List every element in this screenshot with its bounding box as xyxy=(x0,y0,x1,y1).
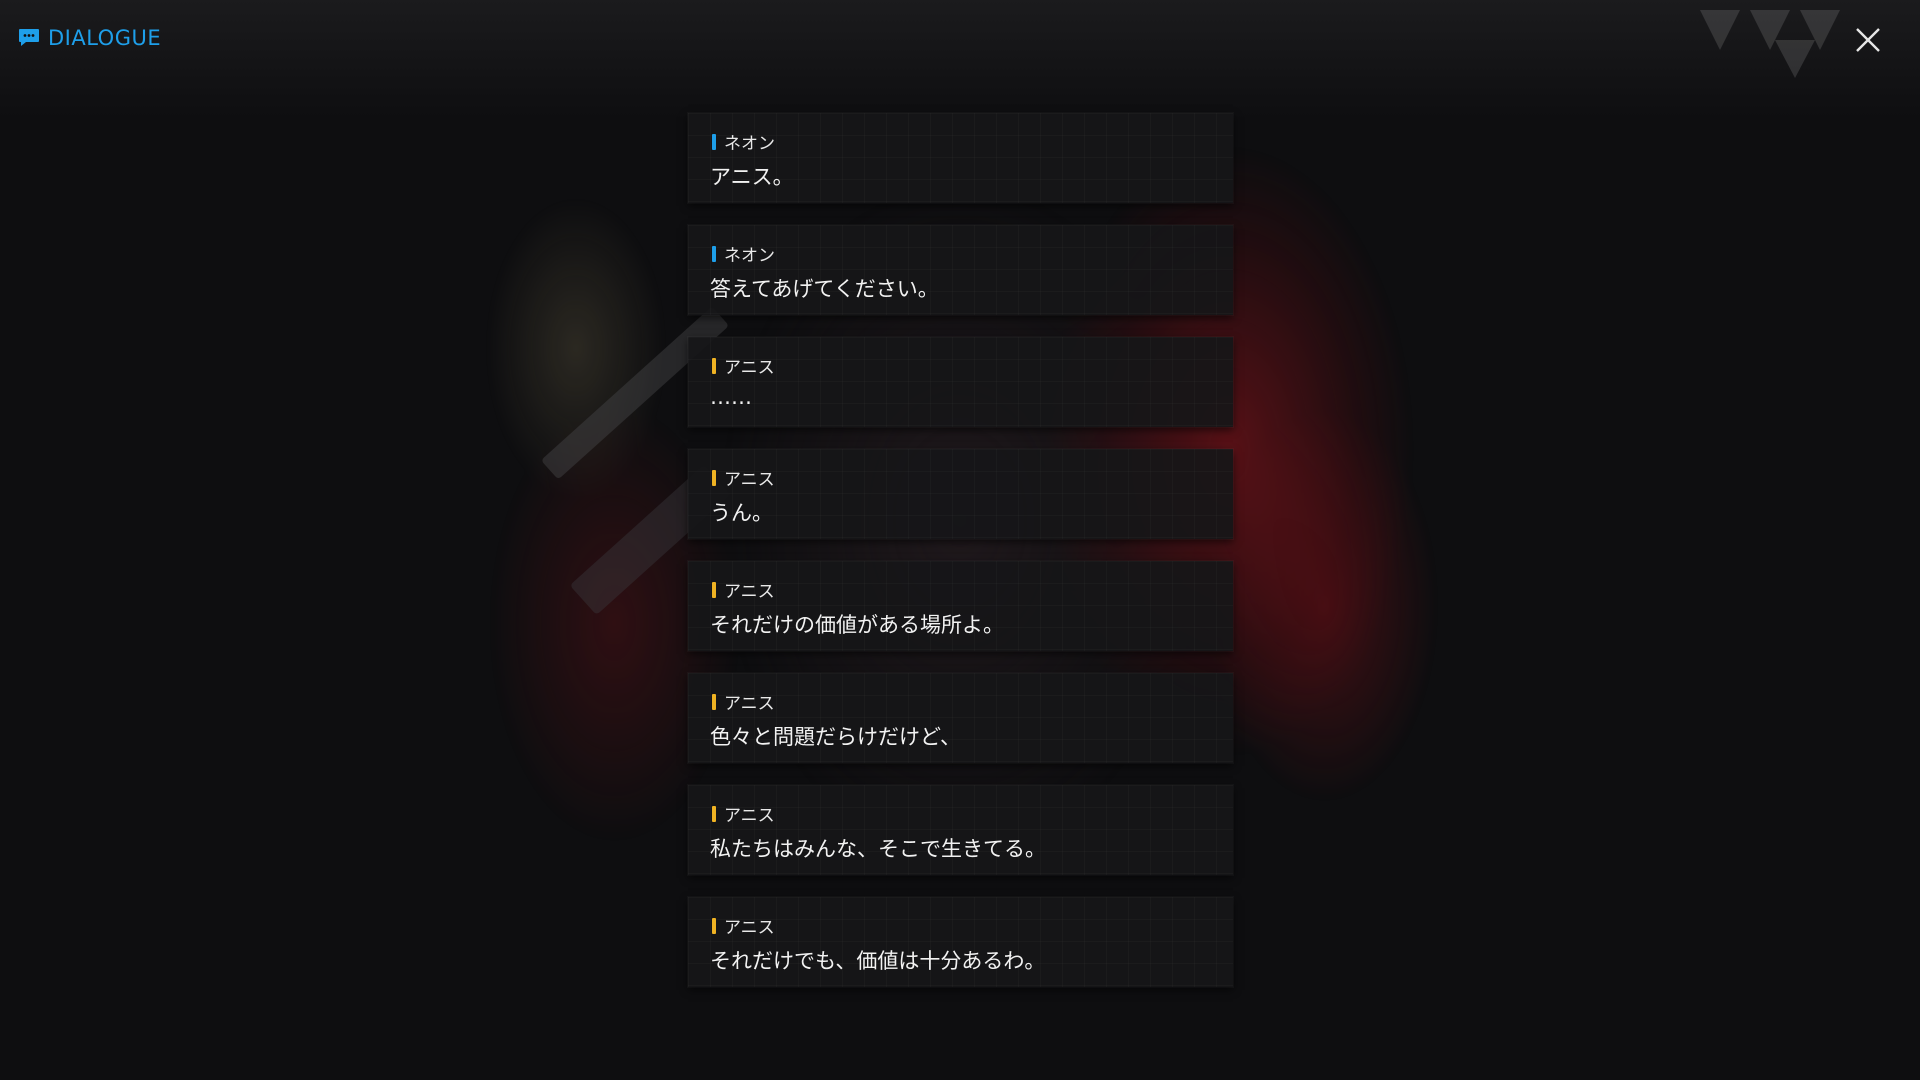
speaker-name: アニス xyxy=(724,806,775,826)
dialogue-entry: アニス それだけでも、価値は十分あるわ。 xyxy=(688,897,1233,987)
speaker-row: ネオン xyxy=(712,129,775,154)
speaker-row: アニス xyxy=(712,577,775,602)
dialogue-line: それだけの価値がある場所よ。 xyxy=(710,613,1004,637)
dialogue-entry: アニス それだけの価値がある場所よ。 xyxy=(688,561,1233,651)
dialogue-line: それだけでも、価値は十分あるわ。 xyxy=(710,949,1046,973)
speaker-row: アニス xyxy=(712,913,775,938)
dialogue-header: DIALOGUE xyxy=(18,26,161,50)
dialogue-entry: アニス 色々と問題だらけだけど、 xyxy=(688,673,1233,763)
close-icon xyxy=(1856,28,1880,52)
speaker-name: ネオン xyxy=(724,134,775,154)
speaker-row: アニス xyxy=(712,689,775,714)
page-title: DIALOGUE xyxy=(48,26,162,50)
speaker-color-mark xyxy=(712,133,716,150)
header-gradient xyxy=(0,0,1920,120)
speaker-row: ネオン xyxy=(712,241,775,266)
dialogue-entry: アニス うん。 xyxy=(688,449,1233,539)
speaker-name: アニス xyxy=(724,358,775,378)
dialogue-line: 私たちはみんな、そこで生きてる。 xyxy=(710,837,1046,861)
dialogue-list[interactable]: ネオン アニス。 ネオン 答えてあげてください。 アニス …… アニス うん。 xyxy=(688,113,1233,1009)
dialogue-entry: ネオン アニス。 xyxy=(688,113,1233,203)
speaker-name: アニス xyxy=(724,694,775,714)
speaker-name: アニス xyxy=(724,582,775,602)
dialogue-log-screen: DIALOGUE ネオン アニス。 ネオン 答えてあげてください。 アニス ……… xyxy=(0,0,1920,1080)
speaker-color-mark xyxy=(712,245,716,262)
speaker-name: ネオン xyxy=(724,246,775,266)
dialogue-line: うん。 xyxy=(710,501,773,525)
speaker-color-mark xyxy=(712,357,716,374)
dialogue-line: 答えてあげてください。 xyxy=(710,277,939,301)
speaker-color-mark xyxy=(712,805,716,822)
speaker-color-mark xyxy=(712,917,716,934)
speaker-row: アニス xyxy=(712,465,775,490)
speaker-row: アニス xyxy=(712,353,775,378)
speaker-row: アニス xyxy=(712,801,775,826)
speaker-color-mark xyxy=(712,693,716,710)
dialogue-entry: アニス …… xyxy=(688,337,1233,427)
speaker-color-mark xyxy=(712,469,716,486)
speaker-name: アニス xyxy=(724,918,775,938)
speaker-color-mark xyxy=(712,581,716,598)
chat-bubble-icon xyxy=(18,28,40,48)
dialogue-line: …… xyxy=(710,385,752,409)
dialogue-line: 色々と問題だらけだけど、 xyxy=(710,725,961,749)
speaker-name: アニス xyxy=(724,470,775,490)
dialogue-line: アニス。 xyxy=(710,165,794,189)
close-button[interactable] xyxy=(1850,22,1886,58)
dialogue-entry: ネオン 答えてあげてください。 xyxy=(688,225,1233,315)
dialogue-entry: アニス 私たちはみんな、そこで生きてる。 xyxy=(688,785,1233,875)
